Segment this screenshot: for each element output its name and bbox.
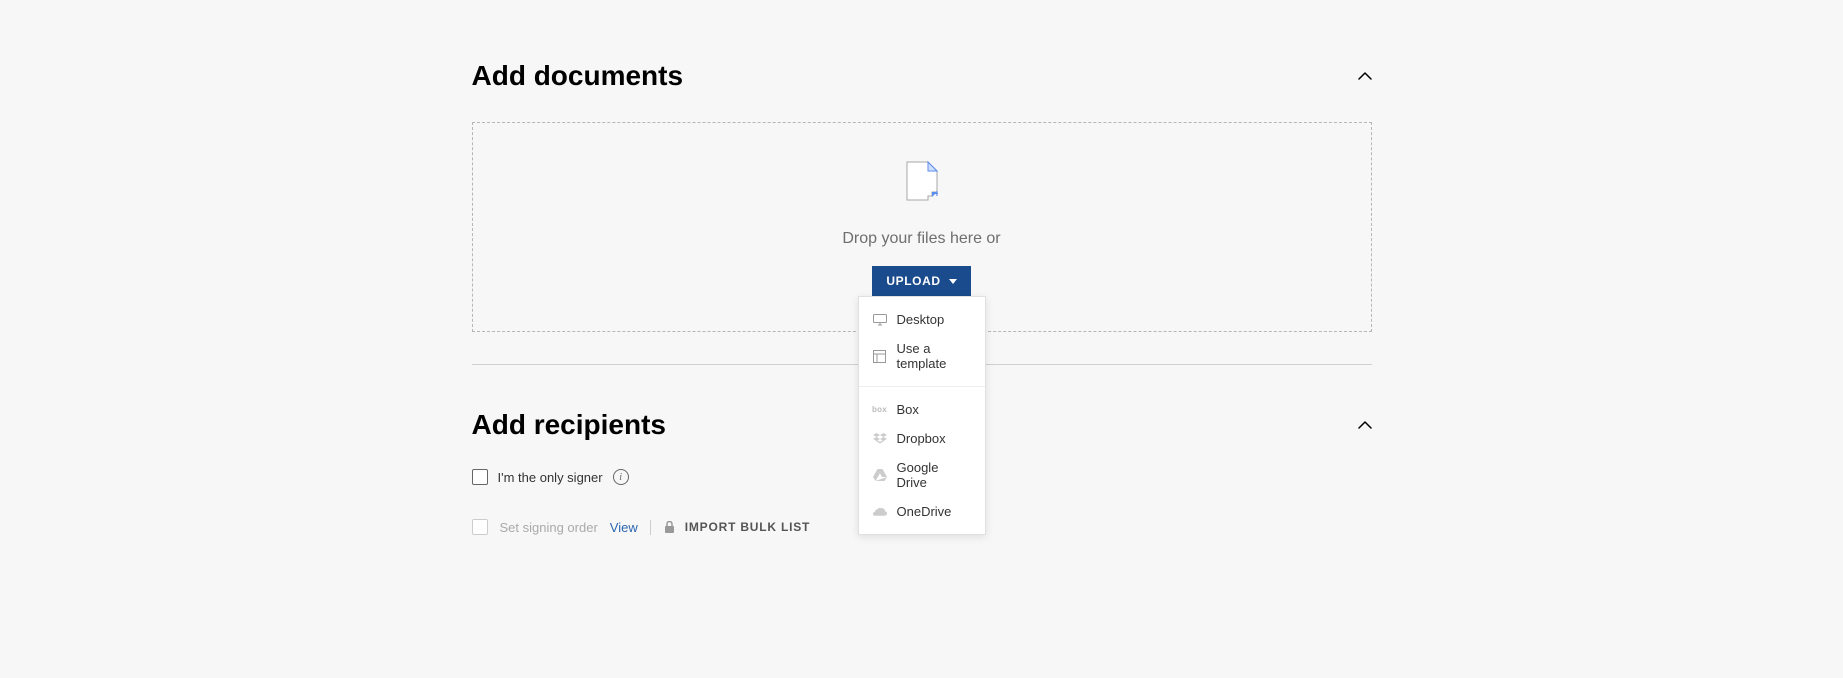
add-documents-title: Add documents [472,60,684,92]
dropbox-icon [873,432,887,446]
upload-option-label: Dropbox [897,431,946,446]
onedrive-icon [873,505,887,519]
upload-option-label: Box [897,402,919,417]
file-dropzone[interactable]: + Drop your files here or UPLOAD Desktop [472,122,1372,332]
box-icon: box [873,403,887,417]
caret-down-icon [949,279,957,284]
view-link[interactable]: View [610,520,651,535]
collapse-recipients-chevron-icon[interactable] [1358,418,1372,432]
only-signer-checkbox[interactable] [472,469,488,485]
upload-option-desktop[interactable]: Desktop [859,305,985,334]
upload-option-template[interactable]: Use a template [859,334,985,378]
template-icon [873,349,887,363]
desktop-icon [873,313,887,327]
upload-button[interactable]: UPLOAD [872,266,970,296]
upload-button-label: UPLOAD [886,274,940,288]
import-bulk-button[interactable]: IMPORT BULK LIST [663,520,810,534]
googledrive-icon [873,468,887,482]
upload-option-box[interactable]: box Box [859,395,985,424]
lock-icon [663,520,677,534]
document-add-icon: + [906,161,938,206]
upload-option-dropbox[interactable]: Dropbox [859,424,985,453]
set-signing-order-checkbox[interactable] [472,519,488,535]
info-icon[interactable]: i [613,469,629,485]
upload-dropdown-menu: Desktop Use a template box Box [858,296,986,535]
upload-option-label: OneDrive [897,504,952,519]
add-recipients-title: Add recipients [472,409,666,441]
dropzone-text: Drop your files here or [842,230,1000,248]
collapse-documents-chevron-icon[interactable] [1358,69,1372,83]
upload-option-onedrive[interactable]: OneDrive [859,497,985,526]
only-signer-label: I'm the only signer [498,470,603,485]
upload-option-label: Desktop [897,312,945,327]
upload-option-googledrive[interactable]: Google Drive [859,453,985,497]
set-signing-order-label: Set signing order [500,520,598,535]
upload-option-label: Use a template [897,341,971,371]
upload-option-label: Google Drive [897,460,971,490]
svg-text:+: + [934,189,938,200]
import-bulk-label: IMPORT BULK LIST [685,520,810,534]
